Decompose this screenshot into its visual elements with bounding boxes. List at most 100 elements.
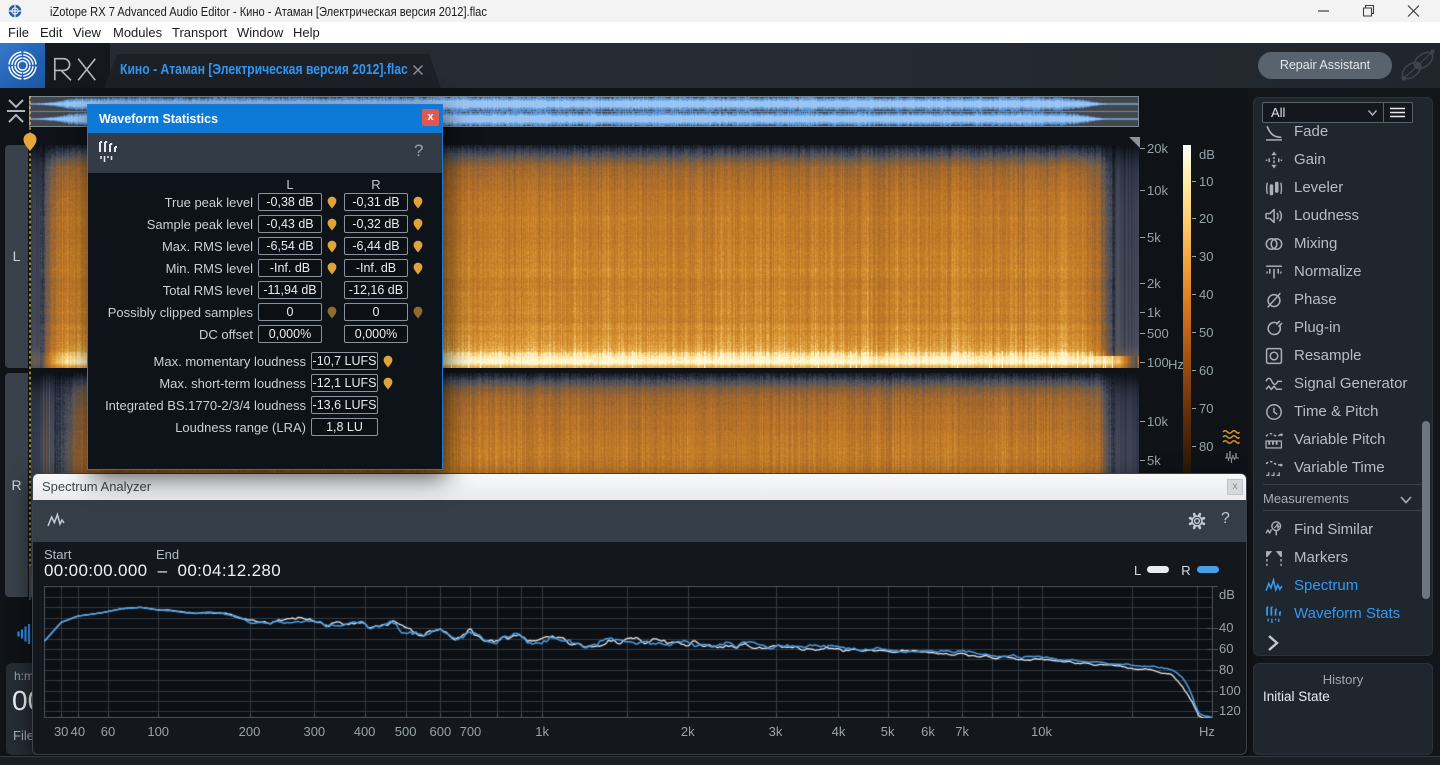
vartime-icon [1265, 459, 1283, 477]
pin-icon[interactable] [327, 196, 337, 209]
spectrum-analyzer-titlebar[interactable]: Spectrum Analyzer x [33, 474, 1246, 500]
module-item-normalize[interactable]: Normalize [1254, 258, 1432, 286]
selection-time-range: 00:00:00.000 – 00:04:12.280 [44, 561, 281, 581]
waveform-stats-icon [98, 140, 122, 164]
fade-icon [1265, 123, 1283, 141]
pin-icon[interactable] [327, 262, 337, 275]
expand-arrow-icon[interactable] [1265, 634, 1281, 652]
module-item-resample[interactable]: Resample [1254, 342, 1432, 370]
y-axis-tick [1213, 691, 1218, 692]
dialog-titlebar[interactable]: Waveform Statistics x [88, 105, 442, 133]
repair-assistant-button[interactable]: Repair Assistant [1258, 52, 1392, 79]
module-item-wavestats[interactable]: Waveform Stats [1254, 600, 1432, 628]
history-item[interactable]: Initial State [1263, 689, 1330, 704]
spectrum-analyzer-close-button[interactable]: x [1227, 479, 1243, 495]
menu-window[interactable]: Window [237, 25, 283, 40]
pin-icon[interactable] [327, 218, 337, 231]
module-item-gain[interactable]: Gain [1254, 146, 1432, 174]
os-titlebar[interactable]: iZotope RX 7 Advanced Audio Editor - Кин… [0, 0, 1440, 22]
module-item-plugin[interactable]: Plug-in [1254, 314, 1432, 342]
stat-label: Max. RMS level [162, 239, 253, 254]
menu-help[interactable]: Help [293, 25, 320, 40]
module-item-spectrum[interactable]: Spectrum [1254, 572, 1432, 600]
file-tab[interactable]: Кино - Атаман [Электрическая версия 2012… [104, 54, 441, 88]
channel-header-left[interactable]: L [5, 145, 28, 368]
module-item-leveler[interactable]: Leveler [1254, 174, 1432, 202]
y-axis-tick [1213, 711, 1218, 712]
dialog-help-icon[interactable]: ? [414, 141, 423, 161]
x-axis-label: 400 [354, 724, 376, 739]
dialog-body: LRTrue peak level-0,38 dB-0,31 dBSample … [88, 173, 442, 469]
module-item-markers[interactable]: Markers [1254, 544, 1432, 572]
freq-tick [1140, 190, 1145, 191]
module-item-vartime[interactable]: Variable Time [1254, 454, 1432, 482]
module-item-loudness[interactable]: Loudness [1254, 202, 1432, 230]
spectrum-analyzer-toolbar: ? [33, 500, 1246, 542]
pin-icon[interactable] [413, 218, 423, 231]
mini-waveform-icon[interactable] [17, 623, 31, 645]
playhead-pin[interactable] [22, 132, 38, 152]
pin-icon[interactable] [413, 262, 423, 275]
stat-value-right: 0 [344, 303, 408, 321]
pin-icon[interactable] [413, 196, 423, 209]
stat-label: Integrated BS.1770-2/3/4 loudness [105, 398, 306, 413]
window-bottom-bar [0, 756, 1440, 765]
module-item-phase[interactable]: Phase [1254, 286, 1432, 314]
menu-bar: File Edit View Modules Transport Window Help [0, 22, 1440, 43]
waveform-display-icon[interactable] [1224, 450, 1240, 464]
normalize-icon [1265, 263, 1283, 281]
legend-label: L [1134, 563, 1141, 578]
module-item-varpitch[interactable]: Variable Pitch [1254, 426, 1432, 454]
help-icon[interactable]: ? [1221, 510, 1230, 528]
leveler-icon [1265, 179, 1283, 197]
minimize-button[interactable] [1301, 0, 1346, 22]
module-item-mixing[interactable]: Mixing [1254, 230, 1432, 258]
spectrogram-display-icon[interactable] [1222, 430, 1240, 446]
pin-icon[interactable] [327, 240, 337, 253]
x-axis-unit: Hz [1199, 724, 1215, 739]
freq-tick [1140, 460, 1145, 461]
freq-label: 20k [1147, 141, 1168, 156]
collapse-panels-icon[interactable] [6, 98, 26, 124]
channel-header-right[interactable]: R [5, 373, 28, 597]
close-button[interactable] [1391, 0, 1436, 22]
legend-pill [1197, 566, 1219, 573]
measurements-section-header[interactable]: Measurements [1254, 487, 1432, 511]
module-item-fade[interactable]: Fade [1254, 118, 1432, 146]
pin-icon[interactable] [327, 306, 337, 319]
tab-close-icon[interactable] [411, 63, 425, 77]
dialog-close-button[interactable]: x [422, 109, 439, 126]
module-list-scrollbar[interactable] [1422, 421, 1430, 599]
module-item-findsim[interactable]: Find Similar [1254, 516, 1432, 544]
menu-transport[interactable]: Transport [172, 25, 227, 40]
spectrum-analyzer-title: Spectrum Analyzer [42, 479, 151, 494]
settings-gear-icon[interactable] [1187, 511, 1207, 531]
module-label: Variable Time [1294, 459, 1385, 476]
pin-icon[interactable] [383, 355, 393, 368]
module-item-siggen[interactable]: Signal Generator [1254, 370, 1432, 398]
mixing-icon [1265, 235, 1283, 253]
stat-value-left: 0,000% [258, 325, 322, 343]
colorbar-tick [1192, 181, 1196, 182]
menu-view[interactable]: View [73, 25, 101, 40]
module-label: Fade [1294, 123, 1328, 140]
colorbar-tick-label: 60 [1199, 363, 1213, 378]
menu-edit[interactable]: Edit [40, 25, 62, 40]
pin-icon[interactable] [413, 240, 423, 253]
pin-icon[interactable] [383, 377, 393, 390]
module-label: Phase [1294, 291, 1337, 308]
colorbar-tick-label: 20 [1199, 211, 1213, 226]
pin-icon[interactable] [413, 306, 423, 319]
x-axis-label: 3k [769, 724, 783, 739]
menu-modules[interactable]: Modules [113, 25, 162, 40]
module-item-timepitch[interactable]: Time & Pitch [1254, 398, 1432, 426]
freq-tick [1140, 283, 1145, 284]
y-axis-label: 120 [1219, 703, 1241, 718]
module-label: Spectrum [1294, 577, 1358, 594]
spectrum-plot[interactable] [44, 586, 1213, 718]
maximize-button[interactable] [1346, 0, 1391, 22]
menu-file[interactable]: File [8, 25, 29, 40]
stat-label: Possibly clipped samples [108, 305, 253, 320]
module-label: Gain [1294, 151, 1326, 168]
freq-tick [1140, 312, 1145, 313]
